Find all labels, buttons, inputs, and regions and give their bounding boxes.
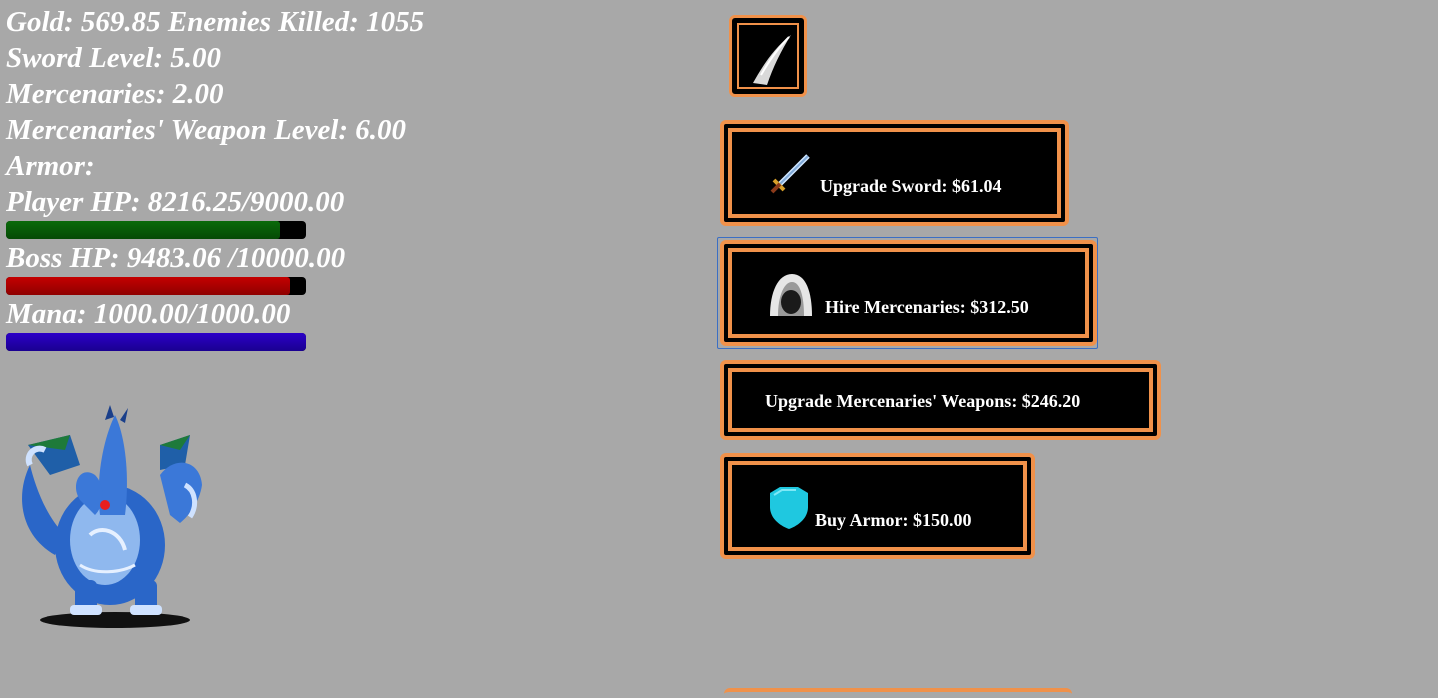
slash-skill-icon xyxy=(753,35,791,85)
upgrade-sword-label: Upgrade Sword: $61.04 xyxy=(820,176,1002,196)
mana-text: Mana: 1000.00/1000.00 xyxy=(6,298,291,330)
offscreen-shop-button[interactable] xyxy=(724,688,1072,698)
mercenaries-text: Mercenaries: 2.00 xyxy=(6,78,224,110)
shield-icon xyxy=(770,487,808,529)
skill-button-frame xyxy=(737,23,799,89)
dragon-enemy-icon[interactable] xyxy=(10,405,215,630)
boss-hp-fill xyxy=(6,277,291,295)
upgrade-sword-button[interactable]: Upgrade Sword: $61.04 xyxy=(720,120,1069,226)
boss-hp-bar xyxy=(6,277,306,295)
sword-icon xyxy=(770,154,810,194)
buy-armor-label: Buy Armor: $150.00 xyxy=(815,510,972,530)
hire-mercenaries-label: Hire Mercenaries: $312.50 xyxy=(825,297,1029,317)
buy-armor-button[interactable]: Buy Armor: $150.00 xyxy=(720,453,1035,559)
sword-level-text: Sword Level: 5.00 xyxy=(6,42,222,74)
boss-hp-text: Boss HP: 9483.06 /10000.00 xyxy=(6,242,346,274)
player-hp-bar xyxy=(6,221,306,239)
player-hp-text: Player HP: 8216.25/9000.00 xyxy=(6,186,345,218)
armor-text: Armor: xyxy=(6,150,95,182)
merc-weapon-level-text: Mercenaries' Weapon Level: 6.00 xyxy=(6,114,407,146)
hire-mercenaries-button[interactable]: Hire Mercenaries: $312.50 xyxy=(720,240,1097,346)
upgrade-merc-weapons-label: Upgrade Mercenaries' Weapons: $246.20 xyxy=(765,391,1081,411)
player-hp-fill xyxy=(6,221,280,239)
slash-skill-button[interactable] xyxy=(729,15,807,97)
upgrade-merc-weapons-button[interactable]: Upgrade Mercenaries' Weapons: $246.20 xyxy=(720,360,1161,440)
mana-fill xyxy=(6,333,306,351)
gold-enemies-text: Gold: 569.85 Enemies Killed: 1055 xyxy=(6,6,425,38)
mana-bar xyxy=(6,333,306,351)
hooded-mercenary-icon xyxy=(770,274,812,316)
